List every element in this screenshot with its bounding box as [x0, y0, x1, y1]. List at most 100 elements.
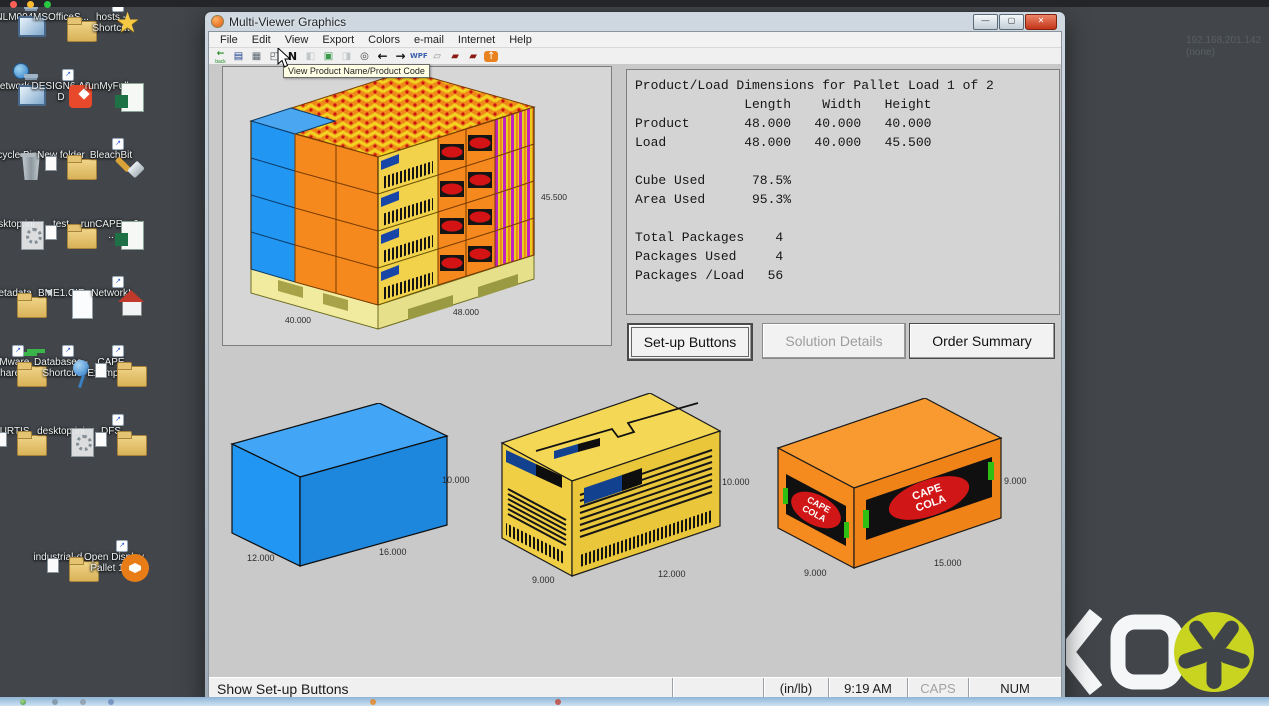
back-icon[interactable]: ← back — [212, 49, 229, 64]
dim-label: 9.000 — [804, 568, 827, 578]
toolbar-icon-glyph: WPF — [410, 51, 428, 62]
setup-buttons-button[interactable]: Set-up Buttons — [627, 323, 753, 361]
desktop-icon[interactable]: ↗ Open Display Pallet 18.1 — [89, 552, 141, 621]
shortcut-arrow-icon: ↗ — [112, 276, 124, 288]
ip-overlay: 192.168.201.142 (none) — [1186, 35, 1261, 59]
menu-item[interactable]: Colors — [361, 34, 407, 46]
toolbar-icon-glyph: ▰ — [448, 51, 462, 62]
minimize-button[interactable]: — — [973, 14, 998, 30]
desktop-icon[interactable]: ↗ BME1.CIF — [36, 288, 86, 357]
taskbar-app-icon[interactable] — [370, 699, 376, 705]
copy-icon[interactable]: ◧ — [302, 49, 319, 64]
report-title: Product/Load Dimensions for Pallet Load … — [635, 76, 1059, 95]
video-export-icon-2[interactable]: ▰ — [465, 49, 482, 64]
image-icon[interactable]: ▣ — [320, 49, 337, 64]
desktop-icon[interactable]: ↗ MSOfficeS... — [36, 12, 86, 81]
windows-taskbar[interactable] — [0, 697, 1269, 706]
prev-arrow-icon[interactable]: ← — [374, 49, 391, 64]
ip-status-text: (none) — [1186, 47, 1261, 59]
pallet-3d-view: 40.000 48.000 45.500 — [223, 67, 609, 343]
desktop-icon[interactable]: ↗ DESIGN6.A3D — [36, 81, 86, 150]
icon-overlay — [47, 558, 59, 573]
desktop-icon[interactable]: ↗ DFS — [86, 426, 136, 495]
toolbar: ← back ▤ ▦ ◰ N ◧ — [209, 48, 1061, 65]
desktop-icon-label: BleachBit — [80, 150, 142, 161]
col-header-length: Length — [729, 95, 791, 114]
wpf-icon[interactable]: WPF — [410, 49, 428, 64]
report-cube-used: Cube Used78.5% — [635, 171, 1059, 190]
save-icon[interactable]: ▤ — [230, 49, 247, 64]
taskbar-app-icon[interactable] — [80, 699, 86, 705]
maximize-button[interactable]: ▢ — [999, 14, 1024, 30]
logo-k-chevron — [1066, 614, 1096, 690]
desktop-icon[interactable]: ↗ New folder — [36, 150, 86, 219]
desktop-icon[interactable]: ↗ CAPE Example... — [86, 357, 136, 426]
solution-details-button[interactable]: Solution Details — [762, 323, 906, 359]
status-message: Show Set-up Buttons — [209, 678, 672, 699]
dim-label: 15.000 — [934, 558, 962, 568]
start-orb-icon[interactable] — [20, 699, 26, 705]
mac-zoom-dot[interactable] — [44, 1, 51, 8]
taskbar-app-icon[interactable] — [108, 699, 114, 705]
report-packages-per-load: Packages /Load56 — [635, 266, 1059, 285]
menu-item[interactable]: Edit — [245, 34, 278, 46]
layout-icon[interactable]: ◨ — [338, 49, 355, 64]
upload-icon[interactable]: ↑ — [483, 49, 500, 64]
menu-item[interactable]: Export — [315, 34, 361, 46]
dim-label: 10.000 — [722, 477, 750, 487]
status-empty-segment — [672, 678, 763, 699]
report-row-load: Load48.00040.00045.500 — [635, 133, 1059, 152]
print-icon[interactable]: ▦ — [248, 49, 265, 64]
desktop-icon[interactable]: ↗ desktop.ini — [36, 426, 86, 495]
window-titlebar[interactable]: Multi-Viewer Graphics — ▢ ✕ — [205, 12, 1065, 31]
status-time: 9:19 AM — [828, 678, 907, 699]
shortcut-arrow-icon: ↗ — [62, 345, 74, 357]
desktop: ↗ ANLM004 ↗ MSOfficeS... ↗ hosts - Short… — [0, 0, 1269, 706]
desktop-icon[interactable]: ↗ BleachBit — [86, 150, 136, 219]
print-labels-icon[interactable]: ▱ — [429, 49, 446, 64]
menu-item[interactable]: e-mail — [407, 34, 451, 46]
toolbar-icon-glyph: ← — [376, 51, 390, 62]
menu-item[interactable]: Help — [502, 34, 539, 46]
next-arrow-icon[interactable]: → — [392, 49, 409, 64]
window-body: FileEditViewExportColorse-mailInternetHe… — [208, 31, 1062, 700]
icon-overlay — [95, 363, 107, 378]
product-blue-box: 12.000 16.000 10.000 — [222, 403, 467, 578]
app-window: Multi-Viewer Graphics — ▢ ✕ FileEditView… — [205, 12, 1065, 703]
dim-label: 16.000 — [379, 547, 407, 557]
toolbar-icon-glyph: ← — [214, 49, 228, 60]
report-total-packages: Total Packages4 — [635, 228, 1059, 247]
mac-minimize-dot[interactable] — [27, 1, 34, 8]
desktop-icon[interactable]: ↗ Databases - Shortcut — [36, 357, 86, 426]
icon-overlay — [13, 63, 29, 79]
orange-bulk-boxes — [295, 134, 378, 305]
menu-item[interactable]: File — [213, 34, 245, 46]
mac-close-dot[interactable] — [10, 1, 17, 8]
desktop-icon[interactable]: ↗ hosts - Shortcut — [86, 12, 136, 81]
menu-item[interactable]: Internet — [451, 34, 502, 46]
shortcut-arrow-icon: ↗ — [112, 414, 124, 426]
zoom-icon[interactable]: ◎ — [356, 49, 373, 64]
close-button[interactable]: ✕ — [1025, 14, 1057, 30]
desktop-icon[interactable]: ↗ runMyFull... — [86, 81, 136, 150]
esko-logo — [1056, 606, 1256, 703]
taskbar-app-icon[interactable] — [555, 699, 561, 705]
video-export-icon[interactable]: ▰ — [447, 49, 464, 64]
toolbar-icon-glyph: ▰ — [466, 51, 480, 62]
blue-stack — [251, 121, 295, 282]
desktop-icon[interactable]: ↗ industrial-d... — [37, 552, 89, 621]
desktop-icon[interactable]: ↗ runCAPE_x6... — [86, 219, 136, 288]
status-caps-indicator: CAPS — [907, 678, 968, 699]
status-bar: Show Set-up Buttons (in/lb) 9:19 AM CAPS… — [209, 677, 1061, 699]
desktop-icon[interactable]: ↗ Network! — [86, 288, 136, 357]
report-area-used: Area Used95.3% — [635, 190, 1059, 209]
mac-titlebar-strip — [0, 0, 1269, 7]
status-units: (in/lb) — [763, 678, 828, 699]
taskbar-app-icon[interactable] — [52, 699, 58, 705]
order-summary-button[interactable]: Order Summary — [909, 323, 1055, 359]
desktop-icon[interactable]: ↗ test — [36, 219, 86, 288]
toolbar-icon-glyph: ◎ — [358, 51, 372, 62]
menu-item[interactable]: View — [278, 34, 316, 46]
shortcut-arrow-icon: ↗ — [116, 540, 128, 552]
report-packages-used: Packages Used4 — [635, 247, 1059, 266]
